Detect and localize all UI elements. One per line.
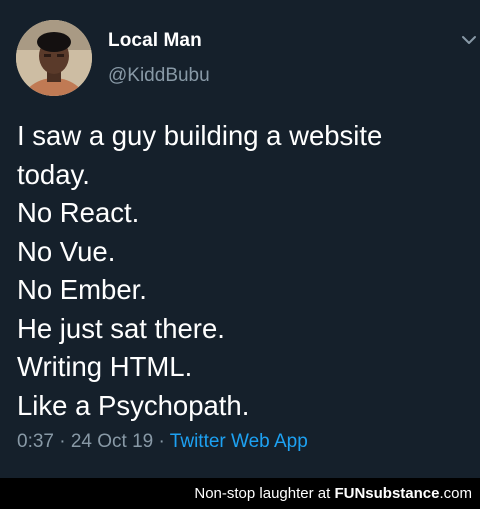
watermark-brand-main: substance <box>365 485 440 502</box>
chevron-down-icon[interactable] <box>461 34 477 46</box>
tweet-line: Writing HTML. <box>17 351 193 382</box>
tweet-line: Like a Psychopath. <box>17 389 250 421</box>
tweet-line: today. <box>17 158 90 190</box>
tweet-line: He just sat there. <box>17 312 225 344</box>
tweet-line: No Ember. <box>17 274 147 305</box>
tweet-line: I saw a guy building a website <box>17 120 383 151</box>
tweet-timestamp[interactable]: 0:37 · 24 Oct 19 · <box>17 431 170 452</box>
tweet-metadata: 0:37 · 24 Oct 19 · Twitter Web App <box>17 431 308 453</box>
avatar[interactable] <box>16 20 92 96</box>
author-display-name[interactable]: Local Man <box>108 30 202 52</box>
tweet-text: I saw a guy building a website today. No… <box>17 117 472 425</box>
avatar-photo <box>16 20 92 96</box>
watermark-text: Non-stop laughter at FUNsubstance.com <box>194 485 472 502</box>
author-handle[interactable]: @KiddBubu <box>108 65 210 87</box>
tweet-line: No React. <box>17 197 140 228</box>
watermark-brand-prefix: FUN <box>334 485 366 502</box>
watermark-caption: Non-stop laughter at <box>194 485 335 502</box>
tweet-line: No Vue. <box>17 235 116 267</box>
tweet-card: Local Man @KiddBubu I saw a guy building… <box>0 0 480 478</box>
watermark-brand-suffix: .com <box>439 485 472 502</box>
tweet-source-link[interactable]: Twitter Web App <box>170 431 308 452</box>
watermark-bar: Non-stop laughter at FUNsubstance.com <box>0 478 480 509</box>
